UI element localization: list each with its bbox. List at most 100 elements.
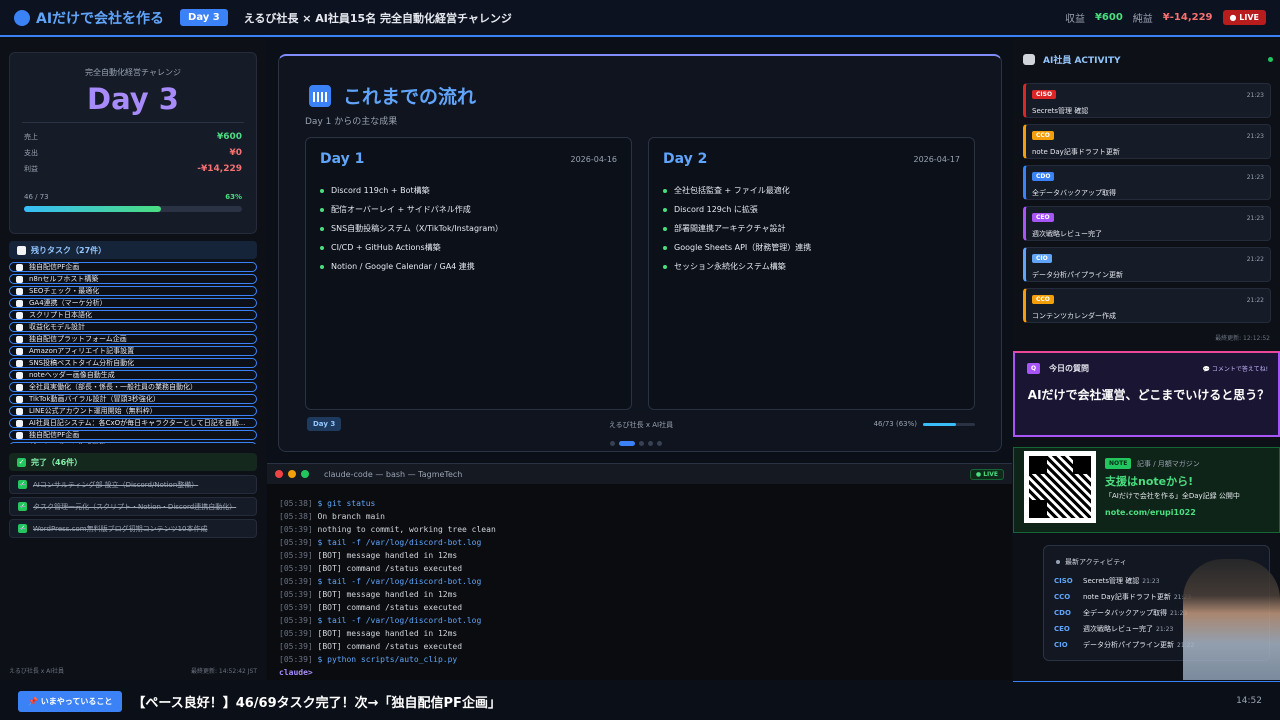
webcam-person xyxy=(1183,559,1280,680)
checkbox-icon[interactable] xyxy=(16,263,23,271)
recent-row: CIOデータ分析パイプライン更新21:22 xyxy=(1054,637,1194,653)
qr-code-icon[interactable] xyxy=(1024,451,1096,523)
todo-item[interactable]: 全社員実働化（部長・係長・一般社員の業務自動化） xyxy=(9,382,257,392)
todo-item[interactable]: 独自配信PF企画 xyxy=(9,430,257,440)
terminal-timestamp: [05:38] xyxy=(279,499,313,508)
done-item[interactable]: ✓ AIコンサルティング部 設立（Discord/Notion整備） xyxy=(9,475,257,494)
recent-role: CISO xyxy=(1054,577,1073,585)
question-box: Q 今日の質問 💬 コメントで答えてね! AIだけで会社運営、どこまでいけると思… xyxy=(1013,351,1280,437)
done-item[interactable]: ✓ WordPress.com無料版ブログ初期コンテンツ10本作成 xyxy=(9,519,257,538)
checkbox-icon[interactable] xyxy=(16,395,23,403)
terminal-timestamp: [05:39] xyxy=(279,616,313,625)
terminal-output[interactable]: [05:38] $ git status [05:38] On branch ma… xyxy=(267,484,1012,679)
terminal-text: [BOT] message handled in 12ms xyxy=(317,590,458,599)
day-achievement-item: Discord 129ch に拡張 xyxy=(663,204,960,215)
day-achievement-item: 配信オーバーレイ + サイドパネル作成 xyxy=(320,204,617,215)
recent-row: CEO 週次戦略レビュー完了 21:23 xyxy=(1054,621,1194,637)
todo-item[interactable]: Amazonアフィリエイト記事設置 xyxy=(9,346,257,356)
activity-text: コンテンツカレンダー作成 xyxy=(1032,312,1116,320)
todo-item[interactable]: AI社員日記システム：各CxOが毎日キャラクターとして日記を自動... xyxy=(9,418,257,428)
checkbox-icon[interactable] xyxy=(16,335,23,343)
slide-subtitle: Day 1 からの主な成果 xyxy=(305,117,398,127)
left-footer: えるび社長 x AI社員 最終更新: 14:52:42 JST xyxy=(9,666,257,675)
terminal-window[interactable]: claude-code — bash — TagmeTech ● LIVE [0… xyxy=(267,463,1012,680)
terminal-line: [05:39] $ tail -f /var/log/discord-bot.l… xyxy=(279,575,1000,588)
checkbox-icon[interactable] xyxy=(16,383,23,391)
checkbox-icon[interactable] xyxy=(16,275,23,283)
slide-dot[interactable] xyxy=(610,441,615,446)
terminal-timestamp: [05:39] xyxy=(279,551,313,560)
todo-item-label: 独自配信プラットフォーム企画 xyxy=(29,335,127,343)
activity-text: 週次戦略レビュー完了 xyxy=(1032,230,1102,238)
slide-dot[interactable] xyxy=(648,441,653,446)
done-header[interactable]: ✓ 完了（46件） xyxy=(9,453,257,471)
todo-item[interactable]: 独自配信PF企画 xyxy=(9,262,257,272)
profit-label: 利益 xyxy=(24,165,38,173)
checkbox-icon[interactable] xyxy=(16,323,23,331)
terminal-timestamp: [05:39] xyxy=(279,603,313,612)
slide-progress-bar xyxy=(923,422,975,426)
todo-item[interactable]: GA4連携（マーケ分析） xyxy=(9,298,257,308)
activity-time: 21:23 xyxy=(1246,174,1264,181)
checkbox-icon[interactable] xyxy=(16,371,23,379)
brand: AIだけで会社を作る xyxy=(14,8,164,28)
progress-row: 46 / 73 63% xyxy=(10,177,256,201)
recent-row: CDO 全データバックアップ取得 21:23 xyxy=(1054,605,1194,621)
todo-header[interactable]: 残りタスク（27件） xyxy=(9,241,257,259)
slide-dot[interactable] xyxy=(657,441,662,446)
terminal-line: [05:39] $ python scripts/auto_clip.py xyxy=(279,653,1000,666)
terminal-line: [05:38] $ git status xyxy=(279,497,1000,510)
checkbox-icon[interactable] xyxy=(16,287,23,295)
todo-item[interactable]: スクリプト日本語化 xyxy=(9,310,257,320)
checkbox-icon[interactable] xyxy=(16,347,23,355)
done-header-label: 完了（46件） xyxy=(31,457,83,467)
checked-icon: ✓ xyxy=(17,457,26,467)
checkbox-icon xyxy=(17,245,26,255)
terminal-live-badge: ● LIVE xyxy=(969,468,1004,480)
checkbox-icon[interactable] xyxy=(16,407,23,415)
terminal-text: On branch main xyxy=(317,512,385,521)
todo-item[interactable]: SNS投稿ベストタイム分析自動化 xyxy=(9,358,257,368)
question-hint: 💬 コメントで答えてね! xyxy=(1202,366,1268,373)
checkbox-icon[interactable] xyxy=(16,419,23,427)
robot-icon xyxy=(1023,54,1035,65)
todo-item[interactable]: TikTok動画バイラル設計（冒頭3秒強化） xyxy=(9,394,257,404)
todo-item-label: 独自配信PF企画 xyxy=(29,431,80,439)
todo-list[interactable]: 独自配信PF企画 n8nセルフホスト構築 SEOチェック・最適化 GA4連携（マーケ分… xyxy=(9,262,257,444)
close-button[interactable] xyxy=(275,470,283,478)
minimize-button[interactable] xyxy=(288,470,296,478)
activity-card: CDO 21:23 全データバックアップ取得 xyxy=(1023,165,1271,200)
brand-title: AIだけで会社を作る xyxy=(36,10,165,27)
todo-item[interactable]: n8nセルフホスト構築 xyxy=(9,274,257,284)
activity-time: 21:23 xyxy=(1246,92,1264,99)
slide-dot[interactable] xyxy=(639,441,644,446)
todo-item[interactable]: 独自配信プラットフォーム企画 xyxy=(9,334,257,344)
todo-item-label: n8nセルフホスト構築 xyxy=(29,275,99,283)
terminal-line: [05:39] [BOT] message handled in 12ms xyxy=(279,588,1000,601)
recent-text: データ分析パイプライン更新 xyxy=(1083,641,1174,649)
checkbox-icon[interactable] xyxy=(16,311,23,319)
recent-list: CISO Secrets管理 確認 21:23 CCO note Day記事ドラフト更新… xyxy=(1054,573,1194,653)
todo-item[interactable]: LINE公式アカウント運用開始（無料枠） xyxy=(9,406,257,416)
maximize-button[interactable] xyxy=(301,470,309,478)
checkbox-icon[interactable] xyxy=(16,359,23,367)
activity-text: Secrets管理 確認 xyxy=(1032,107,1089,115)
terminal-timestamp: [05:39] xyxy=(279,538,313,547)
terminal-prompt[interactable]: claude> xyxy=(279,666,1000,679)
day-card-title: Day 2 xyxy=(663,151,708,167)
checkbox-icon[interactable] xyxy=(16,443,23,444)
slide-dot-active[interactable] xyxy=(619,441,635,446)
note-promo[interactable]: NOTE 記事 / 月額マガジン 支援はnoteから! 「AIだけで会社を作る」… xyxy=(1013,447,1280,533)
todo-item[interactable]: noteヘッダー画像自動生成 xyxy=(9,370,257,380)
question-text: AIだけで会社運営、どこまでいけると思う？ xyxy=(1027,388,1270,402)
activity-card: CCO 21:23 note Day記事ドラフト更新 xyxy=(1023,124,1271,159)
checkbox-icon[interactable] xyxy=(16,299,23,307)
todo-item[interactable]: 収益化モデル設計 xyxy=(9,322,257,332)
note-url-link[interactable]: note.com/erupi1022 xyxy=(1105,508,1196,517)
done-item[interactable]: ✓ タスク管理一元化（スクリプト・Notion・Discord連携自動化） xyxy=(9,497,257,516)
todo-item[interactable]: SEOチェック・最適化 xyxy=(9,286,257,296)
todo-item[interactable]: ゲーム・ボット作成機能 xyxy=(9,442,257,444)
terminal-text: $ tail -f /var/log/discord-bot.log xyxy=(317,538,482,547)
revenue-value: ¥600 xyxy=(1094,12,1123,23)
checkbox-icon[interactable] xyxy=(16,431,23,439)
